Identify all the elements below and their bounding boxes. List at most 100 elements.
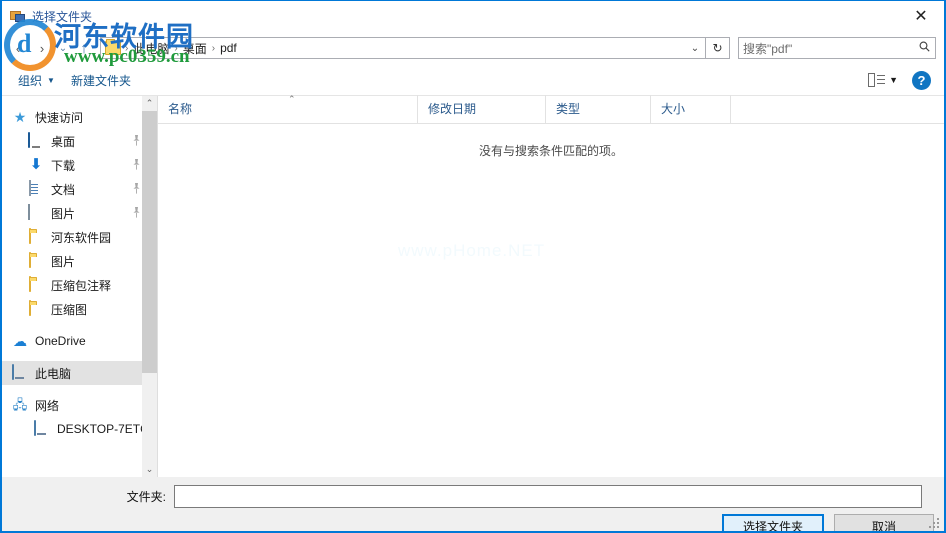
main-content: ★ 快速访问 桌面 ⬇ 下载 文档 图片 河东软件园 图片 压缩包注释 压缩图 … xyxy=(2,94,944,477)
scroll-down-icon[interactable]: ⌄ xyxy=(142,462,157,477)
cancel-button[interactable]: 取消 xyxy=(834,514,934,531)
sidebar-item-documents[interactable]: 文档 xyxy=(2,177,157,201)
new-folder-button[interactable]: 新建文件夹 xyxy=(63,72,139,89)
close-icon[interactable]: ✕ xyxy=(898,1,944,30)
column-header-size[interactable]: 大小 xyxy=(651,95,731,123)
sort-ascending-icon: ⌃ xyxy=(288,94,296,104)
search-input[interactable]: 搜索"pdf" xyxy=(738,37,936,59)
search-icon xyxy=(917,41,931,55)
desktop-icon xyxy=(28,132,44,149)
computer-icon xyxy=(34,420,50,437)
sidebar-item-label: 压缩图 xyxy=(51,302,88,317)
sidebar-item-label: OneDrive xyxy=(35,334,86,348)
sidebar-item-folder-0[interactable]: 河东软件园 xyxy=(2,225,157,249)
new-folder-label: 新建文件夹 xyxy=(70,73,131,88)
sidebar-item-this-pc[interactable]: 此电脑 xyxy=(2,361,157,385)
forward-icon[interactable]: › xyxy=(30,36,54,60)
folder-icon xyxy=(105,39,121,55)
sidebar-item-label: 压缩包注释 xyxy=(51,278,112,293)
folder-name-input[interactable] xyxy=(174,485,922,508)
sidebar-item-label: 网络 xyxy=(35,398,60,413)
sidebar-item-label: 此电脑 xyxy=(35,366,72,381)
download-icon: ⬇ xyxy=(29,156,43,173)
app-icon xyxy=(10,8,26,24)
dialog-buttons: 选择文件夹 取消 xyxy=(722,514,934,531)
window-title: 选择文件夹 xyxy=(32,9,93,24)
address-bar: ‹ › ⌄ ↑ › 此电脑 › 桌面 › pdf ⌄ ↻ 搜索"pdf" xyxy=(2,32,944,64)
folder-icon xyxy=(28,276,44,293)
sidebar-item-label: 河东软件园 xyxy=(51,230,112,245)
navigation-scrollbar[interactable]: ⌃ ⌄ xyxy=(142,96,157,477)
sidebar-item-onedrive[interactable]: ☁ OneDrive xyxy=(2,329,157,353)
sidebar-item-pictures[interactable]: 图片 xyxy=(2,201,157,225)
up-icon[interactable]: ↑ xyxy=(72,36,96,60)
folder-picker-dialog: 选择文件夹 ✕ ‹ › ⌄ ↑ › 此电脑 › 桌面 › pdf ⌄ ↻ 搜索"… xyxy=(0,0,946,533)
breadcrumb[interactable]: › 此电脑 › 桌面 › pdf ⌄ xyxy=(100,37,706,59)
folder-icon xyxy=(28,300,44,317)
sidebar-item-label: 图片 xyxy=(51,254,76,269)
star-icon: ★ xyxy=(13,109,27,125)
folder-row: 文件夹: xyxy=(2,485,944,508)
column-label: 大小 xyxy=(661,102,686,116)
organize-label: 组织 xyxy=(18,73,43,88)
document-icon xyxy=(28,180,44,197)
resize-grip[interactable] xyxy=(929,518,941,530)
column-label: 类型 xyxy=(556,102,581,116)
column-headers: ⌃ 名称 修改日期 类型 大小 xyxy=(158,94,944,124)
sidebar-item-folder-3[interactable]: 压缩图 xyxy=(2,297,157,321)
dialog-footer: 文件夹: 选择文件夹 取消 xyxy=(2,477,944,531)
onedrive-icon: ☁ xyxy=(13,333,27,349)
recent-locations-icon[interactable]: ⌄ xyxy=(54,36,72,60)
chevron-down-icon[interactable]: ⌄ xyxy=(685,43,705,54)
toolbar-right: ▼ ? xyxy=(868,70,944,90)
pictures-icon xyxy=(28,204,44,221)
faint-watermark: www.pHome.NET xyxy=(398,241,546,260)
empty-list-message: 没有与搜索条件匹配的项。 xyxy=(478,144,623,158)
breadcrumb-item-0[interactable]: 此电脑 xyxy=(129,40,173,57)
folder-tree: ★ 快速访问 桌面 ⬇ 下载 文档 图片 河东软件园 图片 压缩包注释 压缩图 … xyxy=(2,96,157,441)
chevron-down-icon: ▼ xyxy=(47,75,55,85)
title-bar: 选择文件夹 ✕ xyxy=(2,1,944,31)
network-icon: 🖧 xyxy=(12,397,28,412)
pin-icon[interactable] xyxy=(131,159,141,171)
navigation-pane: ★ 快速访问 桌面 ⬇ 下载 文档 图片 河东软件园 图片 压缩包注释 压缩图 … xyxy=(2,96,157,477)
pin-icon[interactable] xyxy=(131,135,141,147)
sidebar-item-network[interactable]: 🖧 网络 xyxy=(2,393,157,417)
folder-field-label: 文件夹: xyxy=(126,490,166,504)
sidebar-item-folder-1[interactable]: 图片 xyxy=(2,249,157,273)
sidebar-item-label: DESKTOP-7ETC xyxy=(57,422,149,436)
toolbar: 组织 ▼ 新建文件夹 ▼ ? xyxy=(2,65,944,96)
breadcrumb-item-2[interactable]: pdf xyxy=(216,41,241,55)
breadcrumb-item-1[interactable]: 桌面 xyxy=(179,40,211,57)
column-header-date[interactable]: 修改日期 xyxy=(418,95,546,123)
sidebar-item-desktop[interactable]: 桌面 xyxy=(2,129,157,153)
sidebar-item-label: 图片 xyxy=(51,206,76,221)
sidebar-group-quick-access[interactable]: ★ 快速访问 xyxy=(2,105,157,129)
sidebar-item-computer[interactable]: DESKTOP-7ETC xyxy=(2,417,157,441)
select-folder-button[interactable]: 选择文件夹 xyxy=(722,514,824,531)
sidebar-item-label: 快速访问 xyxy=(35,110,84,125)
file-list-pane: ⌃ 名称 修改日期 类型 大小 没有与搜索条件匹配的项。 www.pHome.N… xyxy=(158,94,944,477)
sidebar-item-label: 桌面 xyxy=(51,134,76,149)
column-header-type[interactable]: 类型 xyxy=(546,95,651,123)
sidebar-item-folder-2[interactable]: 压缩包注释 xyxy=(2,273,157,297)
sidebar-item-label: 文档 xyxy=(51,182,76,197)
view-layout-icon[interactable] xyxy=(868,73,886,87)
column-header-name[interactable]: ⌃ 名称 xyxy=(158,94,418,123)
sidebar-item-label: 下载 xyxy=(51,158,76,173)
column-label: 修改日期 xyxy=(428,102,477,116)
pc-icon xyxy=(12,364,28,381)
help-icon[interactable]: ? xyxy=(912,70,931,90)
chevron-down-icon[interactable]: ▼ xyxy=(889,75,898,85)
back-icon[interactable]: ‹ xyxy=(6,36,30,60)
folder-icon xyxy=(28,228,44,245)
search-placeholder: 搜索"pdf" xyxy=(743,41,793,56)
organize-button[interactable]: 组织 ▼ xyxy=(10,72,63,89)
pin-icon[interactable] xyxy=(131,183,141,195)
pin-icon[interactable] xyxy=(131,207,141,219)
refresh-icon[interactable]: ↻ xyxy=(706,37,730,59)
scroll-up-icon[interactable]: ⌃ xyxy=(142,96,157,111)
column-label: 名称 xyxy=(168,102,193,116)
sidebar-item-downloads[interactable]: ⬇ 下载 xyxy=(2,153,157,177)
scrollbar-thumb[interactable] xyxy=(142,111,157,373)
